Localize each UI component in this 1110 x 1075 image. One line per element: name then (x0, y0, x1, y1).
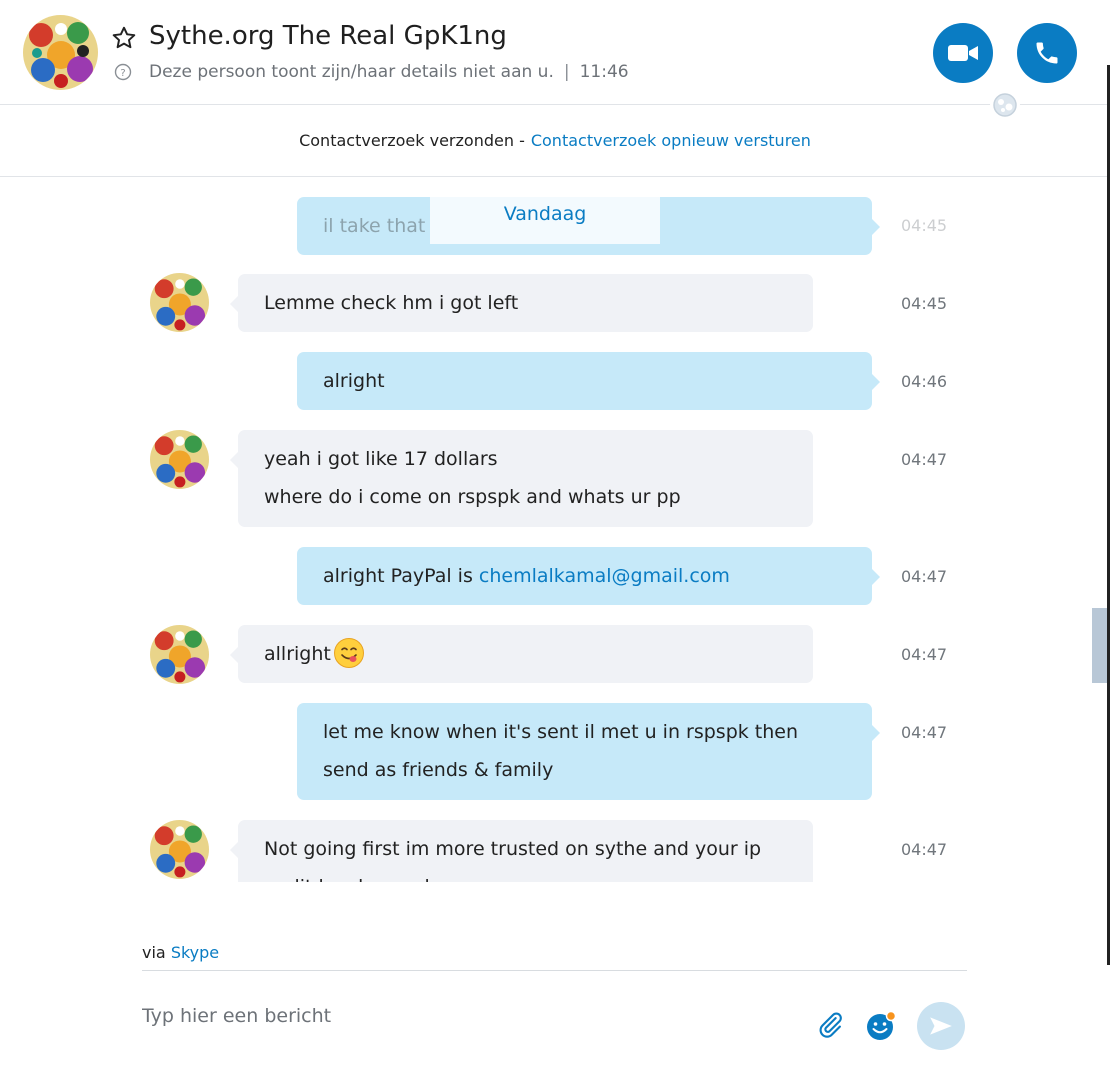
message-time: 04:47 (901, 840, 948, 859)
emoticon-picker-icon[interactable] (865, 1010, 897, 1042)
send-button[interactable] (917, 1002, 965, 1050)
message-text: yeah i got like 17 dollars (264, 448, 498, 470)
message-bubble-incoming[interactable]: Not going first im more trusted on sythe… (230, 820, 813, 882)
message-prefix: alright PayPal is (323, 565, 479, 587)
message-text: where do i come on rspspk and whats ur p… (264, 486, 681, 508)
message-bubble-outgoing[interactable]: let me know when it's sent il met u in r… (297, 703, 880, 800)
message-time: 04:47 (901, 567, 948, 586)
message-text: send as friends & family (323, 759, 554, 781)
via-text: via (142, 943, 166, 962)
svg-text:?: ? (120, 68, 125, 79)
request-status-text: Contactverzoek verzonden - (299, 131, 525, 150)
separator: | (563, 62, 570, 82)
date-divider: Vandaag (430, 184, 660, 244)
yum-face-emoji-icon (333, 637, 365, 669)
message-text: Not going first im more trusted on sythe… (264, 838, 762, 860)
contact-request-bar: Contactverzoek verzonden - Contactverzoe… (0, 105, 1110, 177)
send-arrow-icon (930, 1017, 952, 1035)
message-text: Lemme check hm i got left (264, 292, 519, 314)
message-time: 04:47 (901, 450, 948, 469)
message-list[interactable]: Vandaag il take that 04:45 Lemme check h… (0, 178, 1092, 882)
message-bubble-incoming[interactable]: allright (230, 625, 813, 683)
message-time: 04:47 (901, 645, 948, 664)
video-camera-icon (948, 45, 978, 61)
compose-divider (142, 970, 967, 971)
contact-avatar[interactable] (23, 15, 98, 90)
message-bubble-incoming[interactable]: yeah i got like 17 dollars where do i co… (230, 430, 813, 527)
via-skype-label: via Skype (142, 943, 219, 962)
message-time: 04:46 (901, 372, 948, 391)
sender-avatar[interactable] (150, 430, 209, 489)
scrollbar-thumb[interactable] (1092, 608, 1107, 683)
message-time: 04:47 (901, 723, 948, 742)
contact-name[interactable]: Sythe.org The Real GpK1ng (149, 21, 507, 51)
message-input[interactable] (142, 1002, 782, 1030)
message-time: 04:45 (901, 294, 948, 313)
question-circle-icon: ? (114, 63, 132, 81)
message-text: audit has banned users sorry (264, 868, 787, 882)
message-text: alright (323, 370, 385, 392)
message-bubble-outgoing[interactable]: alright PayPal is chemlalkamal@gmail.com (297, 547, 880, 605)
skype-link[interactable]: Skype (171, 943, 219, 962)
privacy-notice: Deze persoon toont zijn/haar details nie… (149, 62, 554, 82)
sender-avatar[interactable] (150, 273, 209, 332)
message-text: alright PayPal is chemlalkamal@gmail.com (323, 557, 846, 595)
contact-status: Deze persoon toont zijn/haar details nie… (149, 62, 629, 82)
sender-avatar[interactable] (150, 625, 209, 684)
audio-call-button[interactable] (1017, 23, 1077, 83)
message-bubble-outgoing[interactable]: alright (297, 352, 880, 410)
favorite-star-icon[interactable] (111, 25, 137, 51)
phone-icon (1036, 42, 1058, 64)
message-text-content: allright (264, 643, 331, 665)
message-text: let me know when it's sent il met u in r… (323, 721, 799, 743)
email-link[interactable]: chemlalkamal@gmail.com (479, 565, 730, 587)
resend-request-link[interactable]: Contactverzoek opnieuw versturen (531, 131, 811, 150)
message-text: allright (264, 635, 787, 673)
local-time: 11:46 (579, 62, 629, 82)
conversation-header: Sythe.org The Real GpK1ng ? Deze persoon… (0, 0, 1110, 120)
message-bubble-incoming[interactable]: Lemme check hm i got left (230, 274, 813, 332)
message-time: 04:45 (901, 216, 948, 235)
paperclip-icon[interactable] (815, 1010, 845, 1040)
video-call-button[interactable] (933, 23, 993, 83)
sender-avatar[interactable] (150, 820, 209, 879)
